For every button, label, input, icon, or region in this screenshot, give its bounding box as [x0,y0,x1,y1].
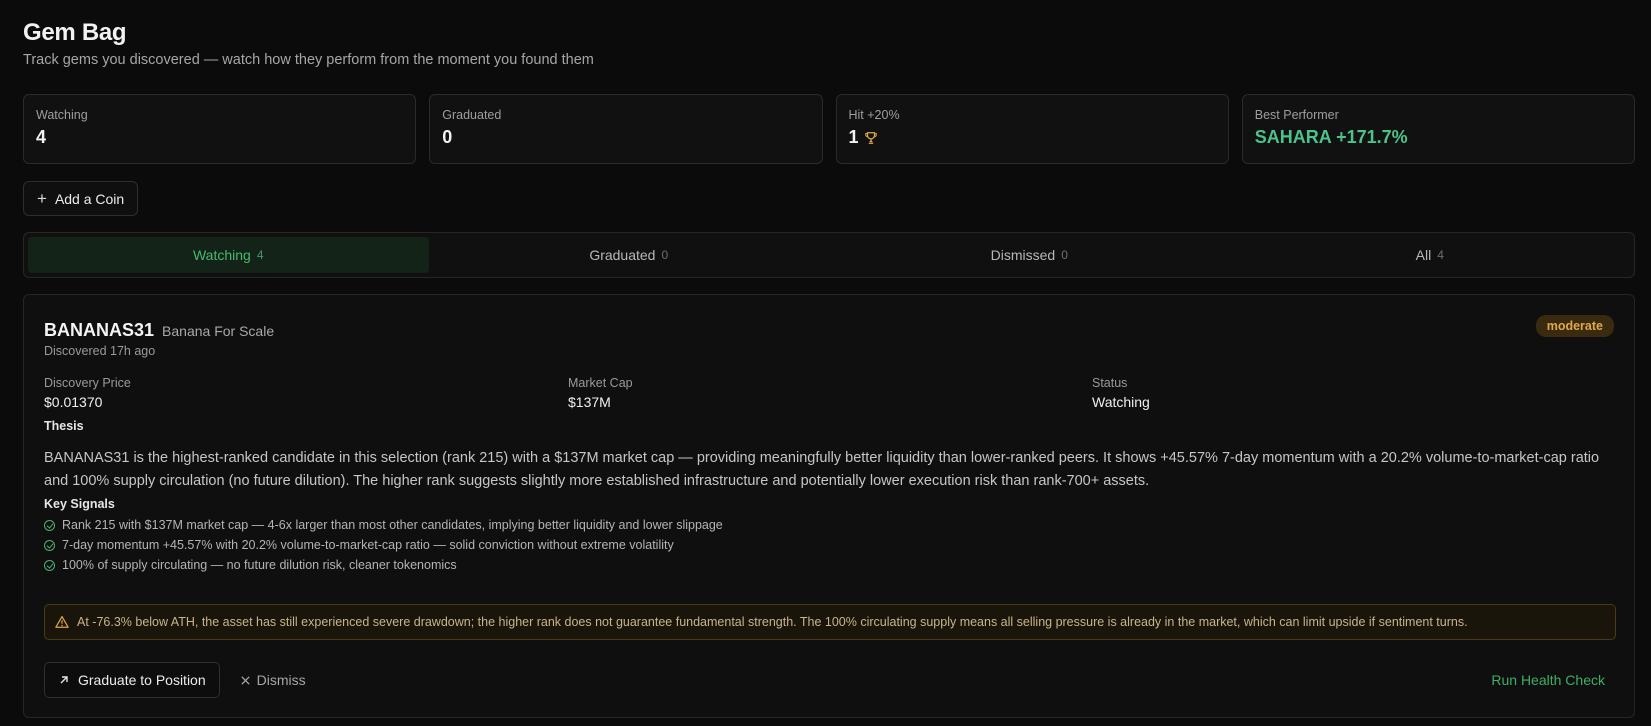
risk-warning: At -76.3% below ATH, the asset has still… [44,604,1616,640]
tab-dismissed[interactable]: Dismissed 0 [829,237,1230,273]
stat-card-best-performer: Best Performer SAHARA +171.7% [1241,94,1635,164]
coin-header: BANANAS31 Banana For Scale [44,320,274,341]
tab-watching[interactable]: Watching 4 [28,237,429,273]
stat-value: 4 [36,127,47,147]
coin-metrics: Discovery Price $0.01370 Market Cap $137… [44,376,1616,410]
status-tabs: Watching 4 Graduated 0 Dismissed 0 All 4 [23,232,1635,278]
close-icon [241,675,250,685]
discovered-time: Discovered 17h ago [44,344,156,358]
tab-label: All [1415,247,1432,263]
signal-text: 7-day momentum +45.57% with 20.2% volume… [62,538,674,552]
check-circle-icon [44,539,55,551]
gem-card: BANANAS31 Banana For Scale Discovered 17… [23,294,1635,718]
run-health-check-button[interactable]: Run Health Check [1491,672,1605,688]
tab-label: Graduated [589,247,656,263]
metric-status: Status Watching [1092,376,1616,410]
stat-label: Watching [36,108,88,122]
signal-text: 100% of supply circulating — no future d… [62,558,457,572]
thesis-text: BANANAS31 is the highest-ranked candidat… [44,450,1600,489]
tab-all[interactable]: All 4 [1230,237,1631,273]
metric-value: $137M [568,394,611,410]
stat-label: Graduated [442,108,502,122]
metric-discovery-price: Discovery Price $0.01370 [44,376,568,410]
gem-bag-page: Gem Bag Track gems you discovered — watc… [0,0,1651,726]
warning-triangle-icon [55,615,69,628]
thesis-heading: Thesis [44,419,84,433]
stats-row: Watching 4 Graduated 0 Hit +20% 1 Best P… [23,94,1635,164]
metric-market-cap: Market Cap $137M [568,376,1092,410]
card-actions: Graduate to Position Dismiss Run Health … [44,662,1616,698]
stat-card-watching: Watching 4 [23,94,417,164]
trophy-icon [864,131,877,144]
tab-count: 0 [661,248,669,262]
tab-count: 4 [1437,248,1444,262]
signals-list: Rank 215 with $137M market cap — 4-6x la… [44,515,723,575]
arrow-up-right-icon [60,676,68,684]
list-item: Rank 215 with $137M market cap — 4-6x la… [44,515,723,535]
check-circle-icon [44,519,55,531]
page-title: Gem Bag [23,19,127,46]
list-item: 7-day momentum +45.57% with 20.2% volume… [44,535,723,555]
tab-count: 4 [256,248,264,262]
stat-label: Best Performer [1254,108,1339,122]
stat-value: 1 [848,127,859,147]
warning-text: At -76.3% below ATH, the asset has still… [77,615,1468,629]
stat-value: SAHARA +171.7% [1254,127,1408,147]
metric-label: Status [1092,376,1128,390]
metric-value: Watching [1092,394,1150,410]
signal-text: Rank 215 with $137M market cap — 4-6x la… [62,518,723,532]
list-item: 100% of supply circulating — no future d… [44,555,723,575]
check-circle-icon [44,559,55,571]
add-coin-button[interactable]: + Add a Coin [23,181,139,216]
stat-value: 0 [442,127,453,147]
tab-label: Dismissed [990,247,1056,263]
add-coin-label: Add a Coin [54,190,125,207]
page-subtitle: Track gems you discovered — watch how th… [23,52,594,68]
coin-name: Banana For Scale [162,323,275,339]
plus-icon: + [37,189,47,208]
tab-label: Watching [192,247,251,263]
stat-label: Hit +20% [848,108,900,122]
stat-card-hit-20: Hit +20% 1 [835,94,1229,164]
risk-badge: moderate [1535,315,1614,337]
tab-graduated[interactable]: Graduated 0 [429,237,830,273]
graduate-button[interactable]: Graduate to Position [44,662,220,698]
stat-card-graduated: Graduated 0 [429,94,823,164]
tab-count: 0 [1061,248,1068,262]
metric-value: $0.01370 [44,394,103,410]
stat-value-row: 1 [849,127,1216,148]
graduate-label: Graduate to Position [78,672,206,688]
metric-label: Market Cap [568,376,633,390]
dismiss-label: Dismiss [256,672,306,688]
coin-symbol: BANANAS31 [44,320,155,340]
signals-heading: Key Signals [44,497,115,511]
metric-label: Discovery Price [44,376,131,390]
dismiss-button[interactable]: Dismiss [240,672,306,688]
